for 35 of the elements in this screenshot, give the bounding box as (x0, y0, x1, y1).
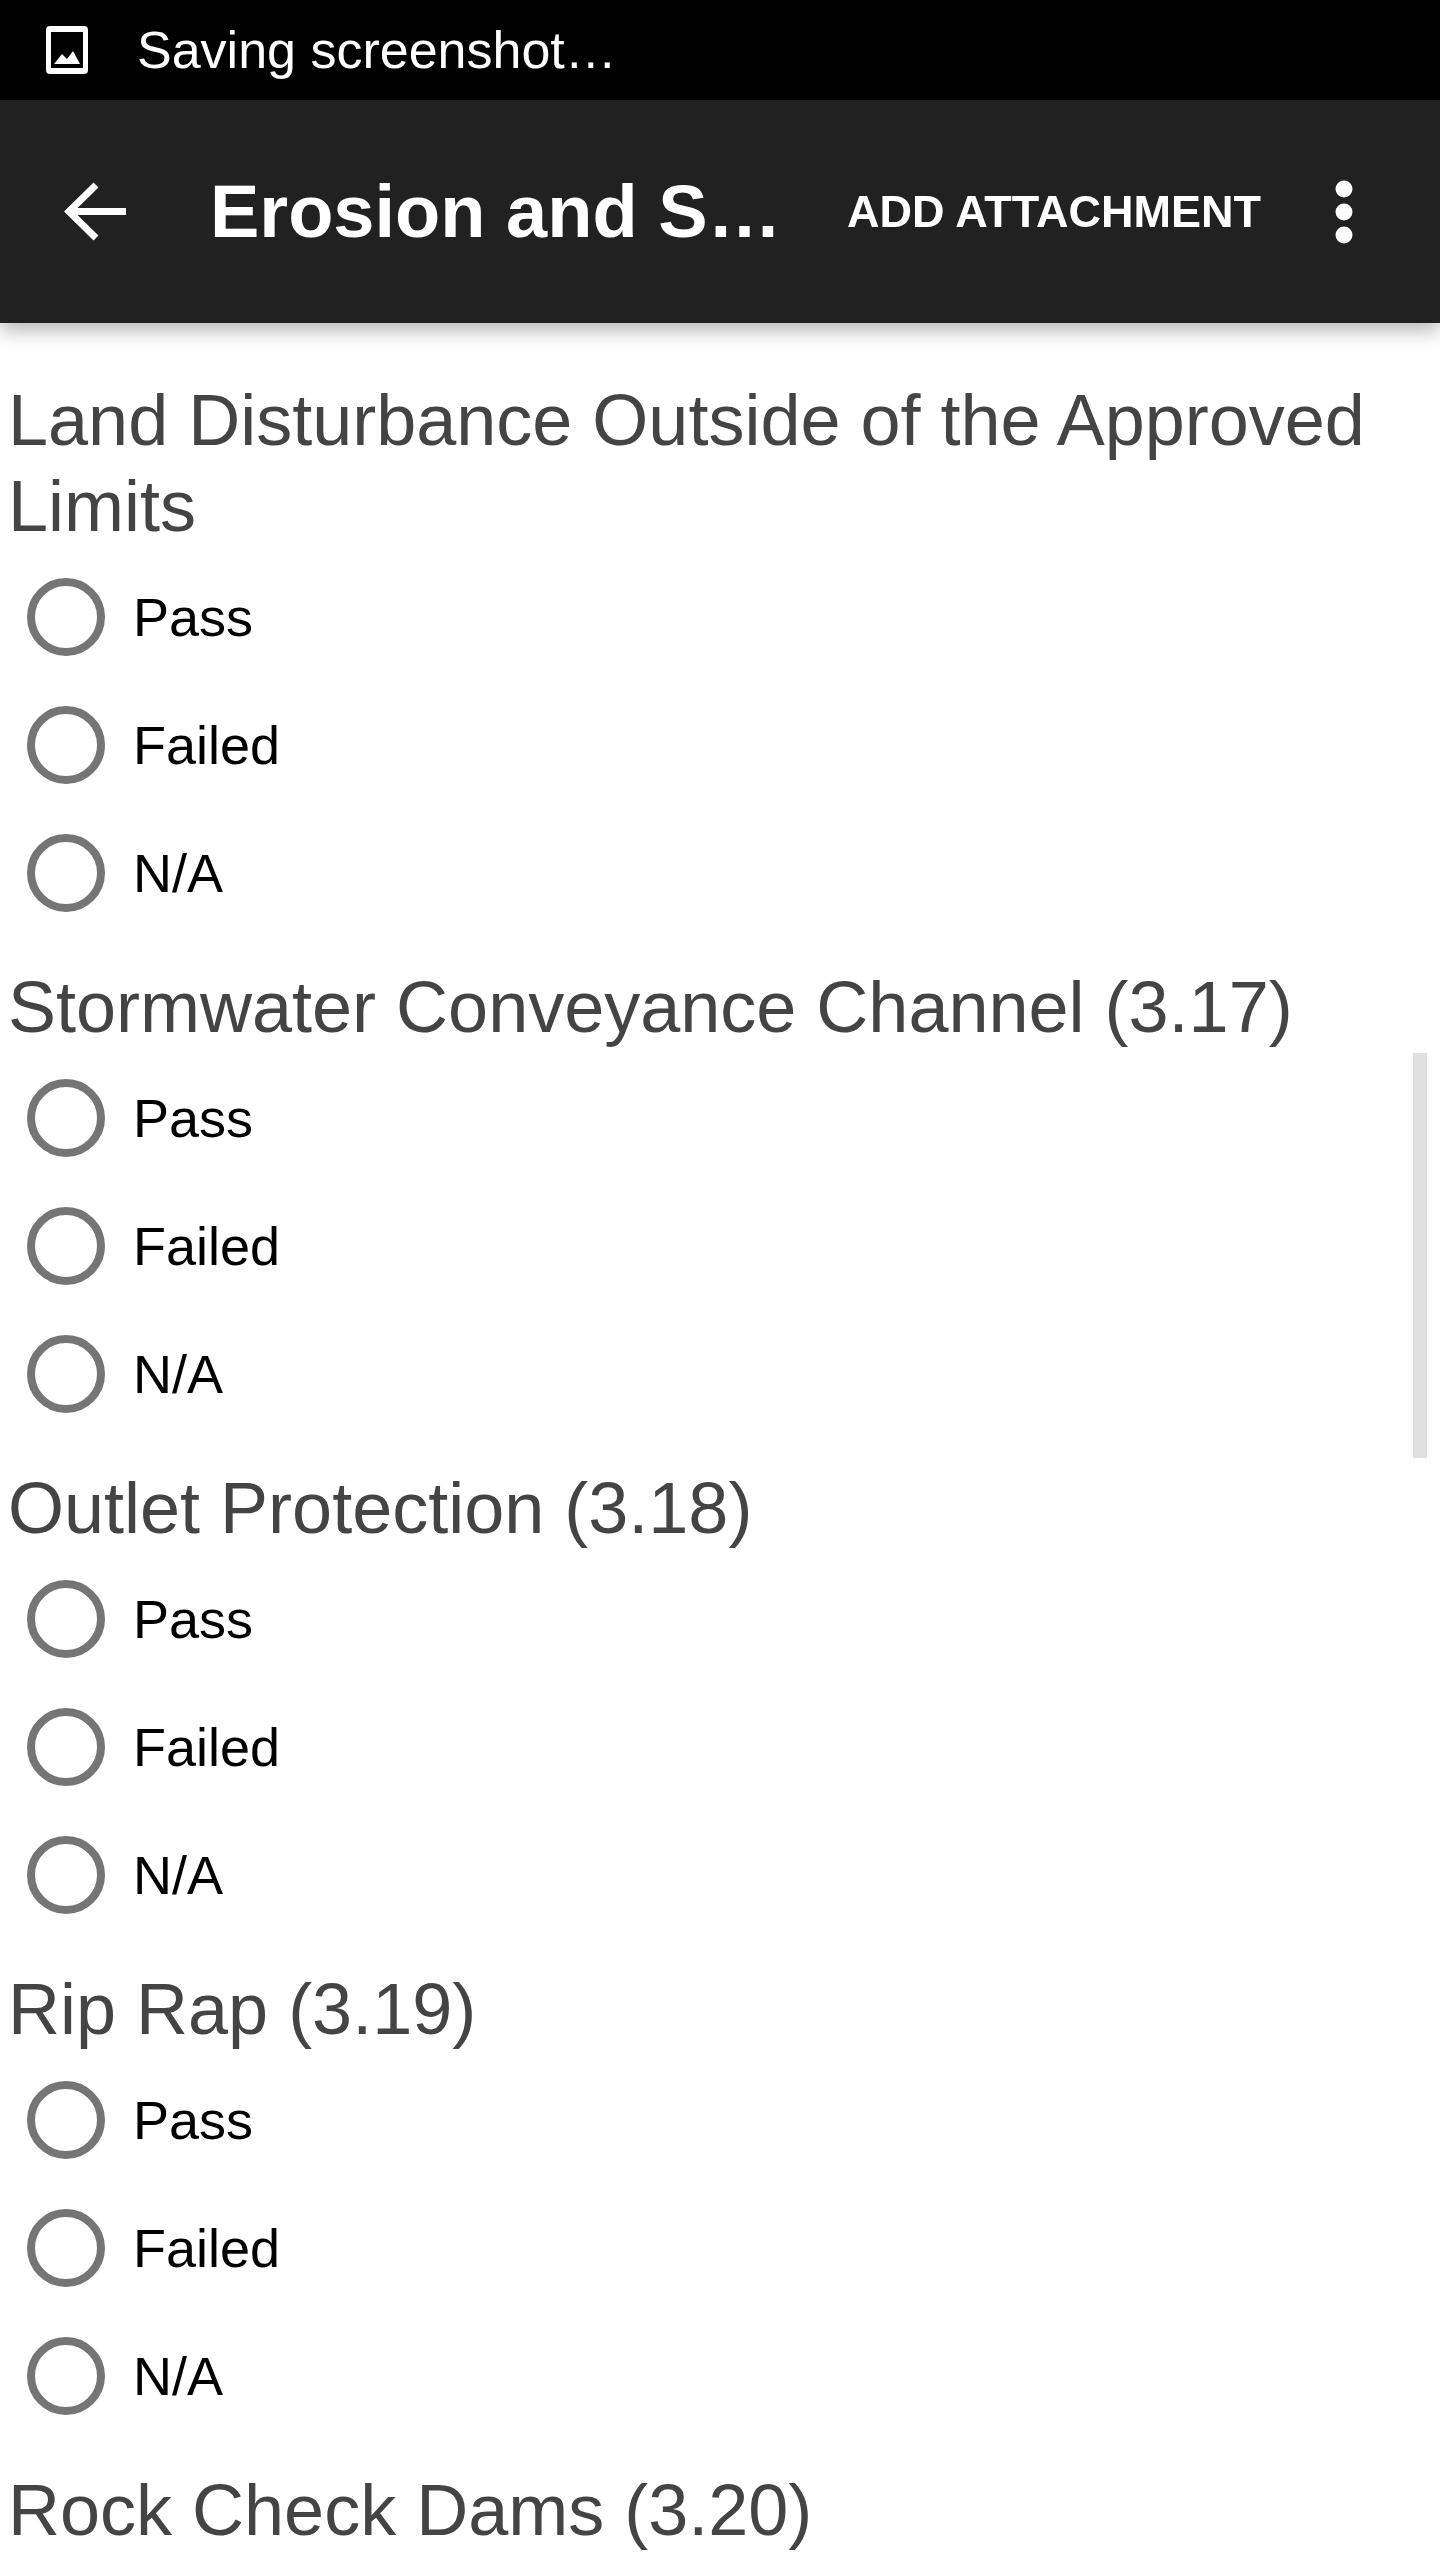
radio-button[interactable] (27, 2209, 105, 2287)
more-options-button[interactable] (1335, 179, 1353, 244)
option-label: Failed (133, 2217, 281, 2280)
radio-button[interactable] (27, 578, 105, 656)
option-label: Pass (133, 1087, 254, 1150)
screen-title: Erosion and S… (210, 168, 782, 255)
question-heading: Stormwater Conveyance Channel (3.17) (7, 966, 1294, 1049)
question-heading: Rip Rap (3.19) (7, 1968, 478, 2051)
radio-button[interactable] (27, 1079, 105, 1157)
radio-button[interactable] (27, 834, 105, 912)
option-label: N/A (133, 1844, 224, 1907)
option-label: Failed (133, 1716, 281, 1779)
image-icon (46, 26, 88, 74)
notification-text: Saving screenshot… (137, 20, 617, 80)
question-heading: Land Disturbance Outside of the Approved Limits (7, 379, 1366, 548)
option-label: N/A (133, 1343, 224, 1406)
radio-button[interactable] (27, 1580, 105, 1658)
option-label: N/A (133, 842, 224, 905)
radio-button[interactable] (27, 1335, 105, 1413)
option-label: Failed (133, 1215, 281, 1278)
radio-button[interactable] (27, 706, 105, 784)
option-label: Failed (133, 714, 281, 777)
add-attachment-button[interactable]: ADD ATTACHMENT (846, 183, 1261, 240)
question-heading: Rock Check Dams (3.20) (7, 2469, 814, 2552)
radio-button[interactable] (27, 1836, 105, 1914)
option-label: Pass (133, 586, 254, 649)
option-label: Pass (133, 1588, 254, 1651)
radio-button[interactable] (27, 2337, 105, 2415)
option-label: N/A (133, 2345, 224, 2408)
question-heading: Outlet Protection (3.18) (7, 1467, 754, 1550)
more-options-icon (1335, 179, 1353, 244)
radio-button[interactable] (27, 1207, 105, 1285)
radio-button[interactable] (27, 2081, 105, 2159)
radio-button[interactable] (27, 1708, 105, 1786)
option-label: Pass (133, 2089, 254, 2152)
